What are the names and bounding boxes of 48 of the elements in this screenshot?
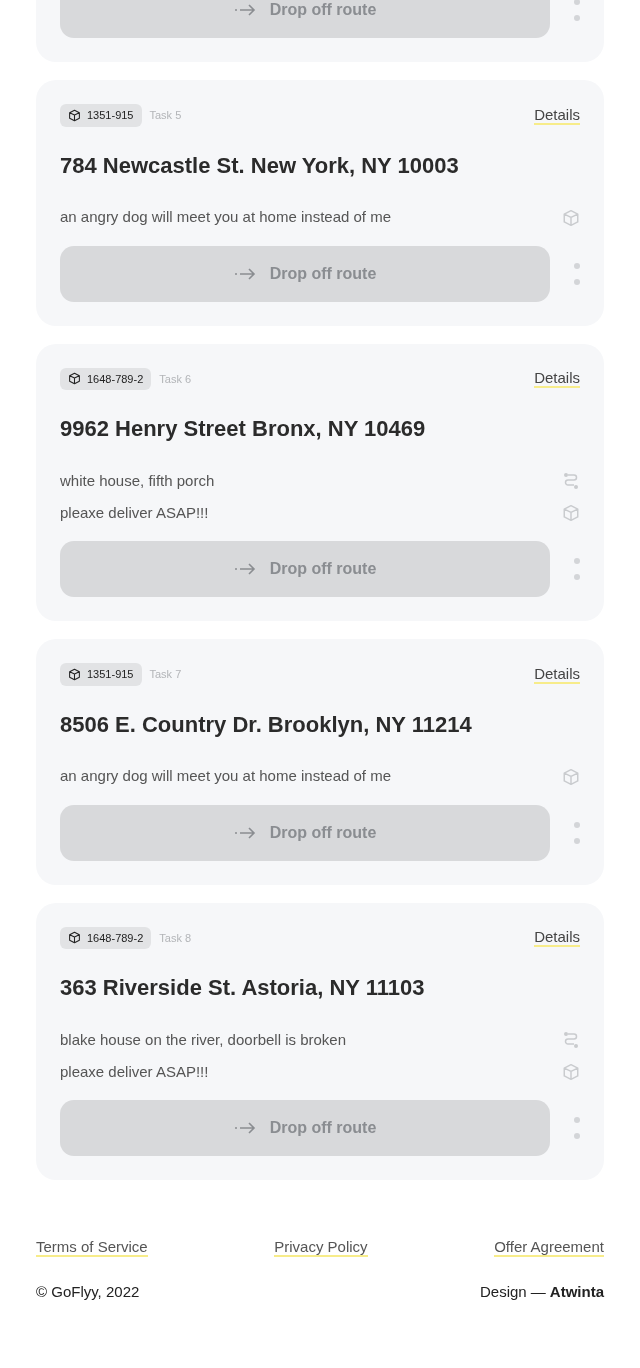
order-number: 1351-915 — [87, 667, 134, 682]
more-icon[interactable] — [574, 1116, 580, 1140]
arrow-icon — [233, 826, 256, 839]
task-label: Task 5 — [149, 108, 182, 123]
delivery-note: an angry dog will meet you at home instead of me — [60, 207, 392, 228]
order-number: 1648-789-2 — [87, 930, 144, 946]
footer-link[interactable]: Terms of Service — [36, 1238, 148, 1258]
delivery-note: an angry dog will meet you at home instead of me — [60, 766, 392, 787]
package-icon — [68, 372, 81, 386]
package-icon — [68, 108, 81, 122]
details-link[interactable]: Details — [534, 369, 580, 389]
arrow-icon — [233, 267, 256, 280]
more-icon[interactable] — [574, 261, 580, 286]
more-icon[interactable] — [574, 0, 580, 22]
details-link[interactable]: Details — [534, 105, 580, 125]
order-number: 1351-915 — [87, 108, 134, 123]
task-label: Task 6 — [159, 371, 192, 387]
task-label: Task 7 — [149, 667, 182, 682]
delivery-note: blake house on the river, doorbell is broken — [60, 1029, 346, 1050]
address: 8506 E. Country Dr. Brooklyn, NY 11214 — [60, 710, 473, 739]
package-icon — [562, 767, 580, 786]
more-icon[interactable] — [574, 557, 580, 581]
delivery-note: white house, fifth porch — [60, 470, 215, 491]
delivery-note: pleaxe deliver ASAP!!! — [60, 502, 209, 523]
address: 363 Riverside St. Astoria, NY 11103 — [60, 974, 426, 1002]
arrow-icon — [233, 563, 256, 575]
package-icon — [562, 208, 580, 227]
details-link[interactable]: Details — [534, 664, 580, 684]
copyright: © GoFlyy, 2022 — [36, 1282, 140, 1303]
package-icon — [68, 667, 81, 681]
order-number: 1648-789-2 — [87, 371, 144, 387]
route-icon — [562, 1031, 580, 1049]
package-icon — [68, 931, 81, 945]
address: 784 Newcastle St. New York, NY 10003 — [60, 151, 460, 180]
package-icon — [562, 504, 580, 522]
designer-name: Atwinta — [549, 1282, 604, 1303]
route-icon — [562, 472, 580, 490]
footer-link[interactable]: Privacy Policy — [274, 1238, 368, 1258]
details-link[interactable]: Details — [534, 928, 580, 948]
footer-link[interactable]: Offer Agreement — [494, 1238, 604, 1258]
package-icon — [562, 1063, 580, 1081]
address: 9962 Henry Street Bronx, NY 10469 — [60, 415, 427, 443]
arrow-icon — [233, 4, 256, 16]
arrow-icon — [233, 1122, 256, 1134]
delivery-note: pleaxe deliver ASAP!!! — [60, 1061, 209, 1082]
design-credit: Design — — [479, 1282, 546, 1303]
task-label: Task 8 — [159, 930, 192, 946]
more-icon[interactable] — [574, 820, 580, 845]
